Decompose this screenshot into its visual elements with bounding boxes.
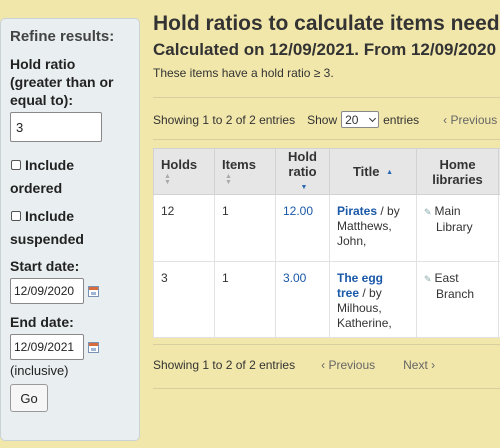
chevron-left-icon: ‹: [443, 112, 448, 127]
hold-ratio-cell: 3.00: [275, 261, 330, 338]
title-link[interactable]: Pirates: [337, 204, 377, 218]
end-date-row: 12/09/2021: [10, 334, 130, 360]
start-date-input[interactable]: 12/09/2020: [10, 278, 84, 304]
divider: [153, 388, 500, 389]
chevron-right-icon: ›: [431, 358, 436, 372]
home-library-cell: ✎ East Branch: [416, 261, 499, 338]
refine-results-sidebar: Refine results: Hold ratio (greater than…: [0, 18, 140, 441]
sidebar-title: Refine results:: [10, 28, 115, 45]
divider: [153, 97, 500, 98]
include-ordered-label: ordered: [10, 180, 63, 196]
previous-page-link[interactable]: ‹ Previous: [321, 358, 375, 372]
hold-ratio-table: Holds ▲ ▼ Items ▲ ▼ Hold ratio ▼ Title ▲ H…: [153, 148, 500, 338]
sort-icon: ▲ ▼: [225, 173, 232, 187]
start-date-label: Start date:: [10, 258, 80, 274]
chevron-left-icon: ‹: [321, 358, 326, 372]
holds-cell: 12: [153, 194, 215, 262]
hold-ratio-input[interactable]: 3: [10, 112, 102, 142]
include-suspended-label: suspended: [10, 231, 84, 247]
holds-cell: 3: [153, 261, 215, 338]
title-cell: The egg tree / by Milhous, Katherine,: [329, 261, 417, 338]
end-date-label: End date:: [10, 314, 74, 330]
table-row: 3 1 3.00 The egg tree / by Milhous, Kath…: [153, 261, 500, 338]
end-date-input[interactable]: 12/09/2021: [10, 334, 84, 360]
previous-page-link[interactable]: ‹ Previous: [443, 113, 497, 127]
calendar-icon[interactable]: [88, 341, 99, 353]
column-header-items[interactable]: Items ▲ ▼: [214, 148, 276, 195]
library-icon: ✎: [424, 207, 432, 217]
table-bottom-controls: Showing 1 to 2 of 2 entries ‹ Previous N…: [153, 358, 435, 372]
divider: [153, 344, 500, 345]
start-date-row: 12/09/2020: [10, 278, 130, 304]
entries-info: Showing 1 to 2 of 2 entries: [153, 112, 296, 127]
hold-ratio-label: Hold ratio (greater than or equal to):: [10, 56, 114, 108]
library-icon: ✎: [424, 274, 432, 284]
checkbox-icon[interactable]: [11, 211, 21, 221]
sort-ascending-icon: ▲: [386, 168, 394, 176]
sort-icon: ▲ ▼: [164, 173, 171, 187]
main-content: Hold ratios to calculate items neede Cal…: [153, 0, 500, 448]
inclusive-note: (inclusive): [10, 363, 69, 378]
table-row: 12 1 12.00 Pirates / by Matthews, John, …: [153, 194, 500, 262]
page-subtitle: Calculated on 12/09/2021. From 12/09/202…: [153, 40, 500, 59]
page-description: These items have a hold ratio ≥ 3.: [153, 66, 334, 80]
column-header-home-libraries[interactable]: Home libraries: [416, 148, 499, 195]
title-link[interactable]: tree: [337, 286, 359, 300]
page-title: Hold ratios to calculate items neede: [153, 12, 500, 35]
chevron-down-icon: [369, 114, 377, 122]
column-header-hold-ratio[interactable]: Hold ratio ▼: [275, 148, 330, 195]
go-button[interactable]: Go: [10, 384, 48, 412]
home-library-cell: ✎ Main Library: [416, 194, 499, 262]
title-cell: Pirates / by Matthews, John,: [329, 194, 417, 262]
include-suspended-checkbox[interactable]: Include: [10, 204, 130, 228]
sort-descending-icon: ▼: [300, 183, 308, 191]
divider: [153, 139, 500, 140]
next-page-link[interactable]: Next ›: [403, 358, 435, 372]
entries-label: entries: [383, 112, 420, 127]
hold-ratio-link[interactable]: 3.00: [283, 271, 306, 285]
table-top-controls: Showing 1 to 2 of 2 entries Show 20 entr…: [153, 111, 497, 128]
items-cell: 1: [214, 194, 276, 262]
hold-ratio-cell: 12.00: [275, 194, 330, 262]
checkbox-icon[interactable]: [11, 160, 21, 170]
column-header-title[interactable]: Title ▲: [329, 148, 417, 195]
title-link[interactable]: The egg: [337, 271, 383, 285]
entries-info: Showing 1 to 2 of 2 entries: [153, 358, 296, 372]
hold-ratio-link[interactable]: 12.00: [283, 204, 313, 218]
column-header-holds[interactable]: Holds ▲ ▼: [153, 148, 215, 195]
items-cell: 1: [214, 261, 276, 338]
calendar-icon[interactable]: [88, 285, 99, 297]
page-length-select[interactable]: 20: [341, 111, 380, 128]
include-ordered-checkbox[interactable]: Include: [10, 153, 130, 177]
show-label: Show: [307, 112, 338, 127]
